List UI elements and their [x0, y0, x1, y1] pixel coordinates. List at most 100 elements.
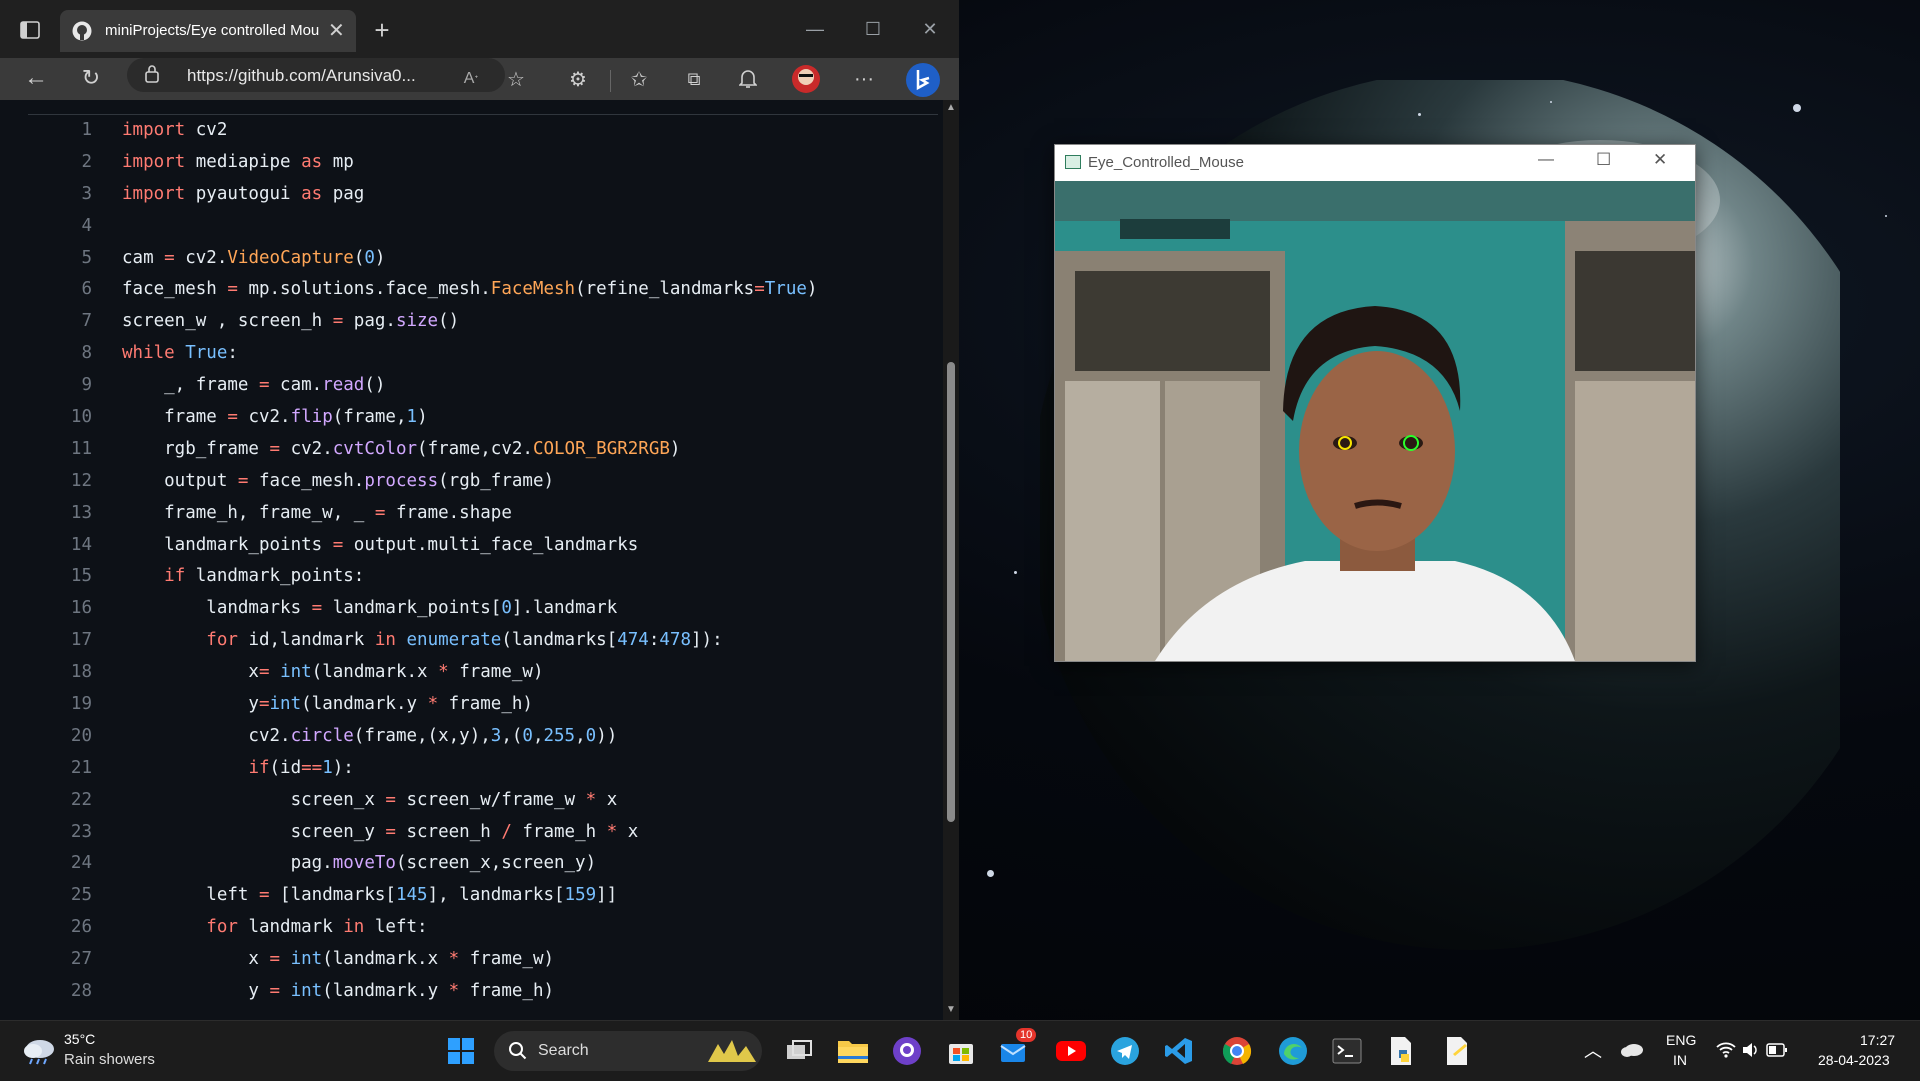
clock-time: 17:27	[1860, 1032, 1896, 1048]
code-text: while True:	[122, 343, 238, 364]
camera-window[interactable]: Eye_Controlled_Mouse — ☐ ✕	[1054, 144, 1696, 662]
wifi-icon	[1716, 1042, 1736, 1058]
vscode-icon[interactable]	[1158, 1030, 1200, 1072]
github-code-view: 1 import cv2 2 import mediapipe as mp 3 impor…	[0, 100, 959, 1020]
youtube-icon[interactable]	[1050, 1030, 1092, 1072]
code-text: if(id==1):	[248, 757, 354, 778]
code-text: output = face_mesh.process(rgb_frame)	[122, 470, 555, 491]
code-text: y = int(landmark.y * frame_h)	[122, 980, 555, 1001]
quick-settings[interactable]	[1716, 1039, 1790, 1063]
search-box[interactable]: Search	[494, 1031, 762, 1071]
back-icon[interactable]: ←	[20, 62, 52, 94]
taskbar: 35°C Rain showers Search 10 ︿ ENG IN 17:…	[0, 1020, 1920, 1081]
code-text: landmarks = landmark_points[0].landmark	[122, 598, 618, 619]
camera-close-icon[interactable]: ✕	[1653, 150, 1667, 170]
line-number: 10	[70, 406, 92, 427]
camera-window-titlebar[interactable]: Eye_Controlled_Mouse — ☐ ✕	[1055, 145, 1695, 181]
code-text: import pyautogui as pag	[122, 183, 365, 204]
collections-icon[interactable]: ⧉	[678, 63, 710, 95]
line-number: 17	[70, 630, 92, 651]
code-text: x = int(landmark.x * frame_w)	[122, 949, 555, 970]
language-code: ENG	[1666, 1032, 1697, 1048]
line-number: 6	[81, 279, 92, 300]
camera-maximize-icon[interactable]: ☐	[1596, 150, 1611, 170]
edge-icon[interactable]	[1272, 1030, 1314, 1072]
weather-description: Rain showers	[64, 1051, 155, 1068]
read-aloud-icon[interactable]: Aᐩ	[455, 63, 487, 95]
profile-avatar[interactable]	[790, 63, 822, 95]
more-options-icon[interactable]: ···	[848, 63, 880, 95]
code-line: 11 rgb_frame = cv2.cvtColor(frame,cv2.CO…	[28, 433, 948, 465]
add-favorite-icon[interactable]: ☆	[500, 63, 532, 95]
code-text: y=int(landmark.y * frame_h)	[122, 693, 533, 714]
mail-icon[interactable]: 10	[994, 1028, 1037, 1072]
code-text: screen_w , screen_h = pag.size()	[122, 311, 460, 332]
show-hidden-icons-icon[interactable]: ︿	[1584, 1037, 1602, 1063]
bing-copilot-icon[interactable]	[904, 61, 942, 99]
code-line: 13 frame_h, frame_w, _ = frame.shape	[28, 497, 948, 529]
new-tab-icon[interactable]: +	[366, 14, 398, 46]
search-label: Search	[538, 1042, 589, 1059]
scrollbar-thumb[interactable]	[947, 362, 955, 822]
file-explorer-icon[interactable]	[832, 1030, 874, 1072]
favorites-icon[interactable]: ✩	[623, 63, 655, 95]
browser-tab-active[interactable]: miniProjects/Eye controlled Mou ✕	[60, 10, 356, 52]
scroll-up-icon[interactable]: ▲	[946, 102, 956, 113]
microsoft-store-icon[interactable]	[940, 1030, 982, 1072]
vertical-scrollbar[interactable]: ▲ ▼	[943, 100, 959, 1020]
terminal-icon[interactable]	[1326, 1030, 1368, 1072]
line-number: 8	[81, 343, 92, 364]
line-number: 12	[70, 470, 92, 491]
webcam-feed	[1055, 181, 1695, 661]
code-line: 17 for id,landmark in enumerate(landmark…	[28, 624, 948, 656]
extensions-icon[interactable]: ⚙	[562, 63, 594, 95]
code-line: 23 screen_y = screen_h / frame_h * x	[28, 816, 948, 848]
refresh-icon[interactable]: ↻	[75, 62, 107, 94]
telegram-icon[interactable]	[1104, 1030, 1146, 1072]
webcam-image	[1055, 181, 1695, 661]
code-text: left = [landmarks[145], landmarks[159]]	[122, 885, 618, 906]
notifications-icon[interactable]	[732, 63, 764, 95]
python-idle-icon[interactable]	[1436, 1030, 1478, 1072]
code-line: 8 while True:	[28, 337, 948, 369]
scroll-down-icon[interactable]: ▼	[946, 1004, 956, 1015]
star	[1793, 104, 1801, 112]
address-toolbar: ← ↻ https://github.com/Arunsiva0... Aᐩ ☆…	[0, 58, 959, 100]
code-line: 22 screen_x = screen_w/frame_w * x	[28, 784, 948, 816]
start-button[interactable]	[440, 1030, 482, 1072]
line-number: 13	[70, 502, 92, 523]
code-text: for landmark in left:	[206, 917, 428, 938]
tab-close-icon[interactable]: ✕	[328, 18, 345, 43]
line-number: 2	[81, 151, 92, 172]
tab-actions-icon[interactable]	[14, 14, 46, 46]
line-number: 18	[70, 662, 92, 683]
clock[interactable]: 17:27 28-04-2023	[1812, 1030, 1908, 1072]
line-number: 24	[70, 853, 92, 874]
chrome-icon[interactable]	[1216, 1030, 1258, 1072]
camera-minimize-icon[interactable]: —	[1538, 151, 1554, 169]
weather-widget[interactable]: 35°C Rain showers	[20, 1029, 180, 1073]
code-listing[interactable]: 1 import cv2 2 import mediapipe as mp 3 impor…	[28, 114, 948, 1020]
python-file-icon[interactable]	[1380, 1030, 1422, 1072]
minimize-icon[interactable]: —	[800, 14, 830, 44]
code-header-border	[28, 100, 938, 115]
star	[1014, 571, 1017, 574]
code-line: 27 x = int(landmark.x * frame_w)	[28, 943, 948, 975]
maximize-icon[interactable]: ☐	[858, 14, 888, 44]
code-line: 18 x= int(landmark.x * frame_w)	[28, 656, 948, 688]
onedrive-icon[interactable]	[1620, 1041, 1644, 1062]
code-text: if landmark_points:	[164, 566, 365, 587]
code-line: 20 cv2.circle(frame,(x,y),3,(0,255,0))	[28, 720, 948, 752]
language-indicator[interactable]: ENG IN	[1664, 1030, 1698, 1072]
code-text: x= int(landmark.x * frame_w)	[122, 662, 544, 683]
tab-title: miniProjects/Eye controlled Mou	[105, 22, 320, 39]
github-desktop-icon[interactable]	[886, 1030, 928, 1072]
code-text: cam = cv2.VideoCapture(0)	[122, 247, 386, 268]
region-code: IN	[1673, 1052, 1687, 1068]
task-view-icon[interactable]	[778, 1030, 820, 1072]
close-window-icon[interactable]: ✕	[915, 14, 945, 44]
code-text: import mediapipe as mp	[122, 151, 354, 172]
address-bar[interactable]: https://github.com/Arunsiva0...	[127, 58, 505, 92]
code-text: frame_h, frame_w, _ = frame.shape	[122, 502, 512, 523]
code-line: 25 left = [landmarks[145], landmarks[159…	[28, 879, 948, 911]
